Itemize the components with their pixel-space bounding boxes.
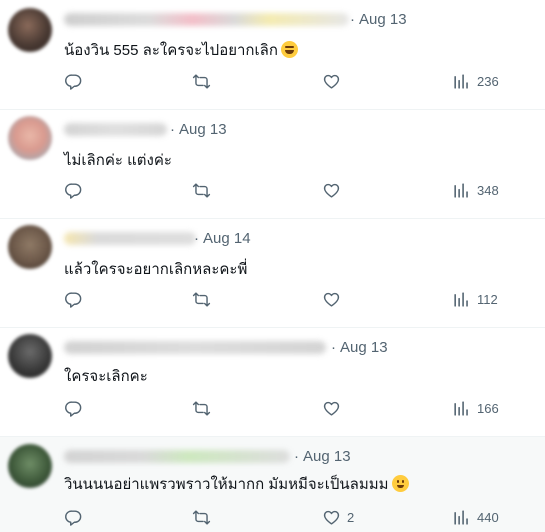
separator-dot: · bbox=[170, 121, 175, 138]
view-count: 166 bbox=[477, 400, 499, 416]
like-icon bbox=[323, 74, 340, 89]
reply-button[interactable] bbox=[64, 398, 83, 418]
views-button[interactable]: 166 bbox=[452, 398, 499, 418]
action-bar: 166 bbox=[64, 398, 524, 418]
views-button[interactable]: 440 bbox=[452, 507, 499, 527]
retweet-button[interactable] bbox=[192, 507, 211, 527]
separator-dot: · bbox=[350, 11, 355, 28]
retweet-icon bbox=[192, 509, 211, 525]
retweet-icon bbox=[192, 400, 211, 416]
rolling-on-floor-laughing-emoji bbox=[280, 41, 298, 58]
display-name[interactable] bbox=[64, 232, 196, 245]
separator-dot: · bbox=[331, 339, 336, 356]
like-count: 2 bbox=[347, 509, 355, 525]
reply-icon bbox=[65, 509, 82, 526]
separator-dot: · bbox=[294, 448, 299, 465]
avatar[interactable] bbox=[8, 334, 52, 378]
display-name[interactable] bbox=[64, 123, 167, 136]
like-button[interactable] bbox=[322, 180, 347, 200]
reply-text: ไม่เลิกค่ะ แต่งค่ะ bbox=[64, 148, 172, 172]
avatar[interactable] bbox=[8, 444, 52, 488]
reply-item[interactable]: · Aug 13 ไม่เลิกค่ะ แต่งค่ะ 348 bbox=[0, 110, 545, 219]
reply-item[interactable]: · Aug 13 น้องวิน 555 ละใครจะไปอยากเลิก 2… bbox=[0, 0, 545, 110]
hugging-face-emoji bbox=[391, 475, 409, 492]
view-count: 236 bbox=[477, 73, 499, 89]
view-count: 348 bbox=[477, 182, 499, 198]
retweet-button[interactable] bbox=[192, 71, 211, 91]
reply-text-content: แล้วใครจะอยากเลิกหละคะพี่ bbox=[64, 261, 248, 278]
reply-date[interactable]: Aug 14 bbox=[203, 230, 251, 247]
retweet-button[interactable] bbox=[192, 289, 211, 309]
views-button[interactable]: 112 bbox=[452, 289, 498, 309]
reply-item[interactable]: · Aug 13 วินนนนอย่าแพรวพราวให้มากก มัมหม… bbox=[0, 437, 545, 532]
reply-text: น้องวิน 555 ละใครจะไปอยากเลิก bbox=[64, 38, 298, 62]
reply-text: วินนนนอย่าแพรวพราวให้มากก มัมหมีจะเป็นลม… bbox=[64, 472, 409, 496]
reply-text-content: ไม่เลิกค่ะ แต่งค่ะ bbox=[64, 152, 172, 169]
views-icon bbox=[454, 509, 468, 525]
reply-date[interactable]: Aug 13 bbox=[359, 11, 407, 28]
views-icon bbox=[454, 400, 468, 416]
reply-date[interactable]: Aug 13 bbox=[179, 121, 227, 138]
reply-date[interactable]: Aug 13 bbox=[340, 339, 388, 356]
action-bar: 112 bbox=[64, 289, 524, 309]
reply-icon bbox=[65, 400, 82, 417]
reply-icon bbox=[65, 291, 82, 308]
separator-dot: · bbox=[194, 230, 199, 247]
retweet-button[interactable] bbox=[192, 180, 211, 200]
views-icon bbox=[454, 182, 468, 198]
reply-button[interactable] bbox=[64, 180, 83, 200]
reply-icon bbox=[65, 73, 82, 90]
reply-button[interactable] bbox=[64, 507, 83, 527]
action-bar: 348 bbox=[64, 180, 524, 200]
reply-text: ใครจะเลิกคะ bbox=[64, 364, 148, 388]
reply-item[interactable]: · Aug 13 ใครจะเลิกคะ 166 bbox=[0, 328, 545, 437]
reply-text-content: ใครจะเลิกคะ bbox=[64, 368, 148, 385]
views-button[interactable]: 348 bbox=[452, 180, 499, 200]
views-icon bbox=[454, 73, 468, 89]
action-bar: 2 440 bbox=[64, 507, 524, 527]
view-count: 440 bbox=[477, 509, 499, 525]
reply-item[interactable]: · Aug 14 แล้วใครจะอยากเลิกหละคะพี่ 112 bbox=[0, 219, 545, 328]
retweet-icon bbox=[192, 73, 211, 89]
action-bar: 236 bbox=[64, 71, 524, 91]
like-button[interactable] bbox=[322, 289, 347, 309]
like-icon bbox=[323, 401, 340, 416]
retweet-button[interactable] bbox=[192, 398, 211, 418]
reply-date[interactable]: Aug 13 bbox=[303, 448, 351, 465]
display-name[interactable] bbox=[64, 13, 349, 26]
avatar[interactable] bbox=[8, 8, 52, 52]
display-name[interactable] bbox=[64, 450, 290, 463]
like-icon bbox=[323, 510, 340, 525]
retweet-icon bbox=[192, 291, 211, 307]
views-icon bbox=[454, 291, 468, 307]
replies-feed: · Aug 13 น้องวิน 555 ละใครจะไปอยากเลิก 2… bbox=[0, 0, 545, 532]
reply-text-content: วินนนนอย่าแพรวพราวให้มากก มัมหมีจะเป็นลม… bbox=[64, 476, 389, 493]
reply-text: แล้วใครจะอยากเลิกหละคะพี่ bbox=[64, 257, 247, 281]
like-button[interactable] bbox=[322, 398, 347, 418]
like-icon bbox=[323, 183, 340, 198]
like-button[interactable]: 2 bbox=[322, 507, 354, 527]
retweet-icon bbox=[192, 182, 211, 198]
reply-icon bbox=[65, 182, 82, 199]
reply-button[interactable] bbox=[64, 289, 83, 309]
like-icon bbox=[323, 292, 340, 307]
views-button[interactable]: 236 bbox=[452, 71, 499, 91]
display-name[interactable] bbox=[64, 341, 326, 354]
avatar[interactable] bbox=[8, 225, 52, 269]
avatar[interactable] bbox=[8, 116, 52, 160]
reply-button[interactable] bbox=[64, 71, 83, 91]
reply-text-content: น้องวิน 555 ละใครจะไปอยากเลิก bbox=[64, 42, 278, 59]
like-button[interactable] bbox=[322, 71, 347, 91]
view-count: 112 bbox=[477, 291, 498, 307]
